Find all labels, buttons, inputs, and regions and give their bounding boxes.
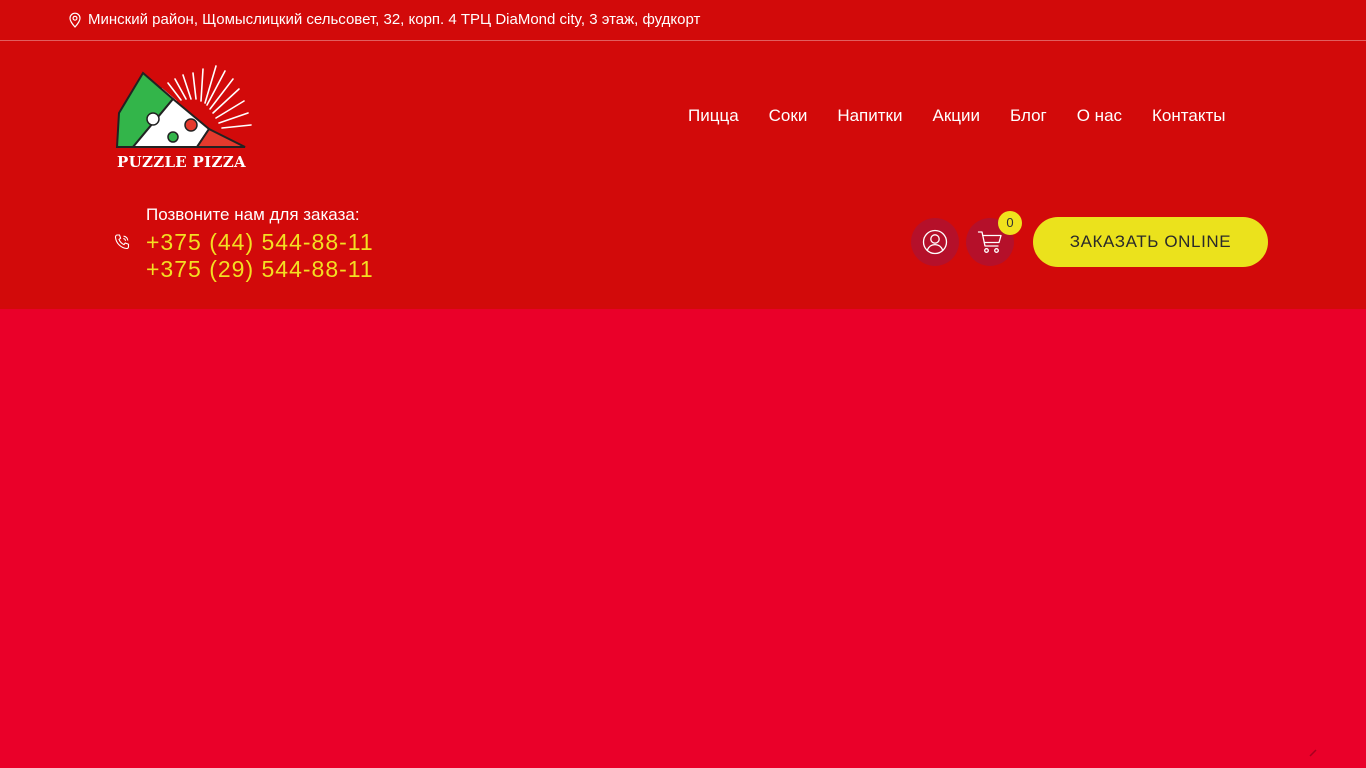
address: Минский район, Щомыслицкий сельсовет, 32… xyxy=(67,10,700,30)
pizza-logo-icon xyxy=(115,65,252,148)
nav-item-juices[interactable]: Соки xyxy=(769,105,808,127)
account-button[interactable] xyxy=(911,218,959,266)
site-header: PUZZLE PIZZA Пицца Соки Напитки Акции Бл… xyxy=(0,41,1366,309)
map-pin-icon xyxy=(69,12,81,28)
logo-wordmark: PUZZLE PIZZA xyxy=(117,153,246,171)
pencil-icon xyxy=(1309,749,1317,757)
call-to-order-label: Позвоните нам для заказа: xyxy=(146,205,360,224)
address-text: Минский район, Щомыслицкий сельсовет, 32… xyxy=(88,11,701,28)
cart-icon xyxy=(977,231,1002,253)
nav-item-drinks[interactable]: Напитки xyxy=(837,105,902,127)
top-bar: Минский район, Щомыслицкий сельсовет, 32… xyxy=(0,0,1366,41)
nav-item-contacts[interactable]: Контакты xyxy=(1152,105,1225,127)
logo[interactable]: PUZZLE PIZZA xyxy=(113,63,255,175)
phone-link-1[interactable]: +375 (44) 544-88-11 xyxy=(146,229,374,256)
order-online-button[interactable]: ЗАКАЗАТЬ ONLINE xyxy=(1033,217,1268,267)
nav-item-pizza[interactable]: Пицца xyxy=(688,105,739,127)
phone-icon xyxy=(114,234,130,250)
cart-count-badge: 0 xyxy=(998,211,1022,235)
nav-item-about[interactable]: О нас xyxy=(1077,105,1122,127)
phone-link-2[interactable]: +375 (29) 544-88-11 xyxy=(146,256,374,283)
nav-item-promos[interactable]: Акции xyxy=(932,105,980,127)
nav-item-blog[interactable]: Блог xyxy=(1010,105,1047,127)
main-nav: Пицца Соки Напитки Акции Блог О нас Конт… xyxy=(688,105,1225,127)
user-icon xyxy=(922,229,948,255)
